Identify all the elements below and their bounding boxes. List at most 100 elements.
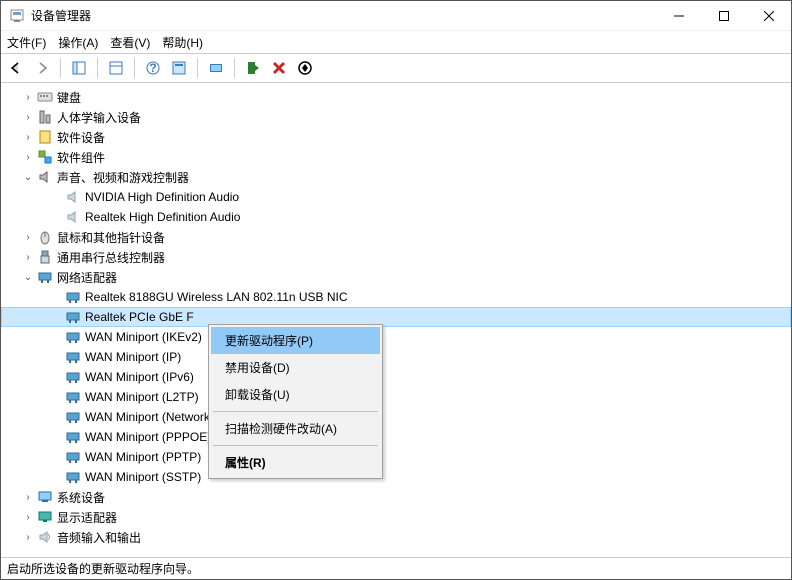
expand-icon[interactable]: › [21,230,35,244]
tree-item-network-adapter[interactable]: ›Realtek 8188GU Wireless LAN 802.11n USB… [1,287,791,307]
separator [213,445,378,446]
separator [234,58,235,78]
tree-item-network-adapter[interactable]: ›Realtek PCIe GbE F [1,307,791,327]
audio-io-icon [37,529,53,545]
speaker-icon [65,189,81,205]
expand-icon[interactable]: › [21,510,35,524]
tree-label: 声音、视频和游戏控制器 [57,169,189,186]
separator [60,58,61,78]
expand-icon[interactable]: › [21,90,35,104]
tree-item-network-adapter[interactable]: ›WAN Miniport (IKEv2) [1,327,791,347]
tree-item-network-adapter[interactable]: ›WAN Miniport (Network Monitor) [1,407,791,427]
menu-scan-hardware[interactable]: 扫描检测硬件改动(A) [211,415,380,442]
tree-label: WAN Miniport (L2TP) [85,390,199,404]
update-driver-button[interactable] [242,57,264,79]
context-menu[interactable]: 更新驱动程序(P) 禁用设备(D) 卸载设备(U) 扫描检测硬件改动(A) 属性… [208,324,383,479]
action-button[interactable] [168,57,190,79]
tree-label: 键盘 [57,89,81,106]
network-adapter-icon [65,389,81,405]
tree-label: WAN Miniport (IPv6) [85,370,194,384]
disable-button[interactable] [294,57,316,79]
menu-file[interactable]: 文件(F) [7,34,46,51]
back-button[interactable] [5,57,27,79]
tree-label: WAN Miniport (SSTP) [85,470,201,484]
tree-item-network-adapter[interactable]: ›WAN Miniport (PPPOE) [1,427,791,447]
tree-area: › 键盘 › 人体学输入设备 › 软件设备 › 软件组件 ⌄ 声音、视频和游戏控制器 ›N… [1,83,791,557]
toolbar: ? [1,53,791,83]
menu-help[interactable]: 帮助(H) [162,34,203,51]
tree-label: 软件设备 [57,129,105,146]
menu-properties-label: 属性(R) [225,456,266,470]
tree-item-network-adapter[interactable]: ›WAN Miniport (SSTP) [1,467,791,487]
tree-label: 人体学输入设备 [57,109,141,126]
tree-label: Realtek PCIe GbE F [85,310,194,324]
collapse-icon[interactable]: ⌄ [21,270,35,284]
tree-item-software-components[interactable]: › 软件组件 [1,147,791,167]
tree-item-network-adapter[interactable]: ›WAN Miniport (IPv6) [1,367,791,387]
tree-item-system[interactable]: › 系统设备 [1,487,791,507]
expand-icon[interactable]: › [21,250,35,264]
tree-item-hid[interactable]: › 人体学输入设备 [1,107,791,127]
keyboard-icon [37,89,53,105]
show-hide-tree-button[interactable] [68,57,90,79]
status-text: 启动所选设备的更新驱动程序向导。 [7,562,199,576]
svg-text:?: ? [149,61,156,75]
tree-item-network-adapter[interactable]: ›WAN Miniport (IP) [1,347,791,367]
expand-icon[interactable]: › [21,110,35,124]
network-adapter-icon [65,469,81,485]
app-icon [9,8,25,24]
tree-item-network[interactable]: ⌄网络适配器 [1,267,791,287]
tree-label: WAN Miniport (IP) [85,350,181,364]
tree-item-audio-io[interactable]: ›音频输入和输出 [1,527,791,547]
tree-item-software-devices[interactable]: › 软件设备 [1,127,791,147]
menu-update-driver[interactable]: 更新驱动程序(P) [211,327,380,354]
tree-label: WAN Miniport (IKEv2) [85,330,202,344]
maximize-button[interactable] [701,1,746,30]
tree-label: WAN Miniport (PPPOE) [85,430,211,444]
menu-properties[interactable]: 属性(R) [211,449,380,476]
tree-item-display[interactable]: › 显示适配器 [1,507,791,527]
expand-icon[interactable]: › [21,150,35,164]
tree-item-mouse[interactable]: ›鼠标和其他指针设备 [1,227,791,247]
network-adapter-icon [65,329,81,345]
network-adapter-icon [65,349,81,365]
tree-label: 系统设备 [57,489,105,506]
tree-item-network-adapter[interactable]: ›WAN Miniport (L2TP) [1,387,791,407]
menu-uninstall-device[interactable]: 卸载设备(U) [211,381,380,408]
statusbar: 启动所选设备的更新驱动程序向导。 [1,557,791,579]
network-adapter-icon [65,429,81,445]
tree-item-keyboard[interactable]: › 键盘 [1,87,791,107]
tree-label: 显示适配器 [57,509,117,526]
collapse-icon[interactable]: ⌄ [21,170,35,184]
menu-view[interactable]: 查看(V) [110,34,150,51]
expand-icon[interactable]: › [21,530,35,544]
properties-button[interactable] [105,57,127,79]
network-adapter-icon [65,409,81,425]
tree-item-sound[interactable]: ⌄ 声音、视频和游戏控制器 [1,167,791,187]
expand-icon[interactable]: › [21,130,35,144]
network-adapter-icon [65,449,81,465]
help-button[interactable]: ? [142,57,164,79]
tree-item-usb[interactable]: ›通用串行总线控制器 [1,247,791,267]
tree-item-nvidia-audio[interactable]: ›NVIDIA High Definition Audio [1,187,791,207]
device-tree[interactable]: › 键盘 › 人体学输入设备 › 软件设备 › 软件组件 ⌄ 声音、视频和游戏控制器 ›N… [1,83,791,557]
network-adapter-icon [65,309,81,325]
network-adapter-icon [65,289,81,305]
menu-action[interactable]: 操作(A) [58,34,98,51]
forward-button[interactable] [31,57,53,79]
separator [197,58,198,78]
software-device-icon [37,129,53,145]
uninstall-button[interactable] [268,57,290,79]
minimize-button[interactable] [656,1,701,30]
expand-icon[interactable]: › [21,490,35,504]
close-button[interactable] [746,1,791,30]
mouse-icon [37,229,53,245]
tree-item-realtek-audio[interactable]: ›Realtek High Definition Audio [1,207,791,227]
menu-disable-device[interactable]: 禁用设备(D) [211,354,380,381]
tree-item-network-adapter[interactable]: ›WAN Miniport (PPTP) [1,447,791,467]
tree-label: 软件组件 [57,149,105,166]
device-manager-window: 设备管理器 文件(F) 操作(A) 查看(V) 帮助(H) ? [0,0,792,580]
scan-hardware-button[interactable] [205,57,227,79]
titlebar: 设备管理器 [1,1,791,31]
window-title: 设备管理器 [31,7,656,24]
